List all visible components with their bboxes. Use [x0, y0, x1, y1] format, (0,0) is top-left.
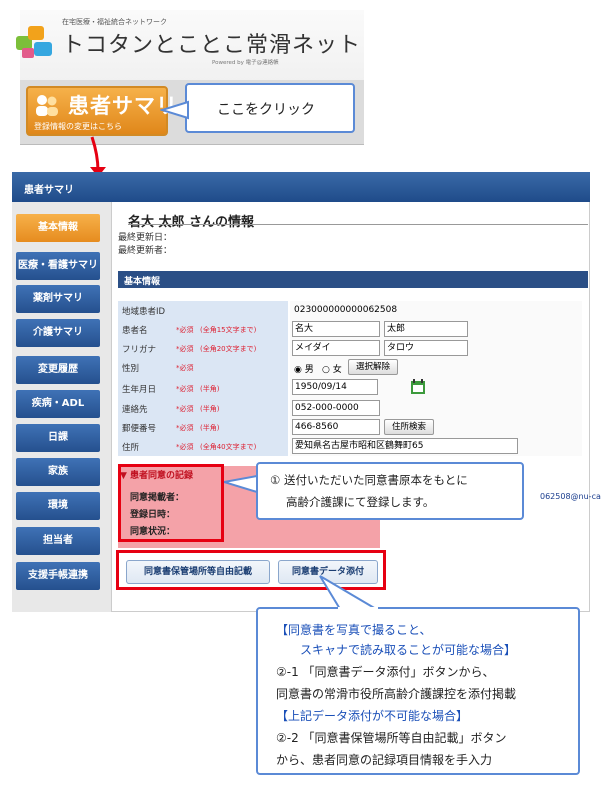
email-text: 062508@nu-ca	[540, 492, 601, 501]
click-here-callout: ここをクリック	[185, 83, 355, 133]
patient-summary-sublabel: 登録情報の変更はこちら	[34, 122, 122, 131]
last-name-input[interactable]: 名大	[292, 321, 380, 337]
required-mark: *必須	[176, 424, 194, 432]
field-note: (半角)	[200, 405, 220, 413]
callout-line: 高齢介護課にて登録します。	[286, 495, 435, 509]
table-row: フリガナ *必須 (全角20文字まで) メイダイ タロウ	[118, 339, 582, 358]
brand-title: トコタンとことこ常滑ネット	[62, 33, 362, 58]
table-row: 住所 *必須 (全角40文字まで) 愛知県名古屋市昭和区鶴舞町65	[118, 437, 582, 456]
down-arrow-icon	[90, 136, 106, 177]
registration-callout: ① 送付いただいた同意書原本をもとに 高齢介護課にて登録します。	[256, 462, 524, 520]
table-row: 郵便番号 *必須 (半角) 466-8560 住所検索	[118, 418, 582, 437]
callout-pointer-icon	[224, 474, 258, 494]
required-mark: *必須	[176, 385, 194, 393]
field-label: 地域患者ID	[122, 307, 166, 317]
sidebar-item[interactable]: 薬剤サマリ	[16, 285, 100, 313]
address-search-button[interactable]: 住所検索	[384, 419, 434, 435]
required-mark: *必須	[176, 405, 194, 413]
window-titlebar: 患者サマリ	[12, 172, 590, 202]
callout-line: ②-1 「同意書データ添付」ボタンから、	[276, 665, 495, 679]
patient-summary-button[interactable]: 患者サマリ 登録情報の変更はこちら	[26, 86, 177, 136]
field-note: (全角15文字まで)	[200, 326, 257, 334]
field-label: 生年月日	[122, 385, 157, 395]
patients-icon	[36, 95, 58, 116]
phone-input[interactable]: 052-000-0000	[292, 400, 380, 416]
field-note: (半角)	[200, 424, 220, 432]
sidebar-item[interactable]: 医療・看護サマリ	[16, 252, 100, 280]
first-name-input[interactable]: 太郎	[384, 321, 468, 337]
brand-powered: Powered by 電子@連絡帳	[212, 60, 279, 66]
last-kana-input[interactable]: メイダイ	[292, 340, 380, 356]
consent-free-entry-button[interactable]: 同意書保管場所等自由記載	[126, 560, 270, 584]
required-mark: *必須	[176, 364, 194, 372]
patient-heading: 名大 太郎 さんの情報	[128, 215, 255, 230]
section-title: 基本情報	[124, 277, 161, 287]
calendar-icon[interactable]	[410, 379, 426, 395]
field-label: 患者名	[122, 326, 148, 336]
callout-line: 【上記データ添付が不可能な場合】	[276, 709, 469, 723]
dob-input[interactable]: 1950/09/14	[292, 379, 378, 395]
address-input[interactable]: 愛知県名古屋市昭和区鶴舞町65	[292, 438, 518, 454]
sidebar-item[interactable]: 疾病・ADL	[16, 390, 100, 418]
zip-input[interactable]: 466-8560	[292, 419, 380, 435]
callout-line: ① 送付いただいた同意書原本をもとに	[270, 473, 468, 487]
sex-clear-button[interactable]: 選択解除	[348, 359, 398, 375]
sidebar-item[interactable]: 担当者	[16, 527, 100, 555]
field-note: (全角20文字まで)	[200, 345, 257, 353]
window-title: 患者サマリ	[24, 185, 74, 196]
highlight-box	[118, 464, 224, 542]
callout-pointer-icon	[319, 575, 378, 610]
logo-icon	[16, 26, 52, 58]
click-here-text: ここをクリック	[217, 102, 315, 118]
brand-subtitle: 在宅医療・福祉統合ネットワーク	[62, 18, 167, 26]
table-row: 患者名 *必須 (全角15文字まで) 名大 太郎	[118, 320, 582, 339]
region-id-value: 023000000000062508	[294, 305, 398, 315]
sidebar-item[interactable]: 家族	[16, 458, 100, 486]
table-row: 性別 *必須 ◉ 男 ○ 女選択解除	[118, 358, 582, 377]
callout-pointer-icon	[160, 100, 189, 120]
required-mark: *必須	[176, 345, 194, 353]
sidebar-item[interactable]: 支援手帳連携	[16, 562, 100, 590]
sex-male-radio[interactable]: ◉ 男	[294, 362, 314, 375]
sex-female-radio[interactable]: ○ 女	[322, 362, 342, 375]
field-label: フリガナ	[122, 345, 157, 355]
callout-line: ②-2 「同意書保管場所等自由記載」ボタン	[276, 731, 507, 745]
required-mark: *必須	[176, 443, 194, 451]
sidebar-item[interactable]: 環境	[16, 492, 100, 520]
sidebar-item[interactable]: 変更履歴	[16, 356, 100, 384]
table-row: 連絡先 *必須 (半角) 052-000-0000	[118, 399, 582, 418]
callout-line: 同意書の常滑市役所高齢介護課控を添付掲載	[276, 687, 517, 701]
updated-by-label: 最終更新者：	[118, 246, 173, 256]
field-label: 住所	[122, 443, 140, 453]
updated-date-label: 最終更新日：	[118, 233, 173, 243]
callout-line: 【同意書を写真で撮ること、	[276, 623, 432, 637]
instruction-callout: 【同意書を写真で撮ること、 スキャナで読み取ることが可能な場合】 ②-1 「同意…	[256, 607, 580, 775]
callout-line: スキャナで読み取ることが可能な場合】	[300, 643, 517, 657]
sidebar-item[interactable]: 日課	[16, 424, 100, 452]
required-mark: *必須	[176, 326, 194, 334]
divider	[128, 224, 588, 225]
first-kana-input[interactable]: タロウ	[384, 340, 468, 356]
field-label: 性別	[122, 364, 140, 374]
field-label: 連絡先	[122, 405, 148, 415]
field-note: (全角40文字まで)	[200, 443, 257, 451]
sidebar-item[interactable]: 介護サマリ	[16, 319, 100, 347]
sidebar-item[interactable]: 基本情報	[16, 214, 100, 242]
table-row: 地域患者ID 023000000000062508	[118, 301, 582, 320]
field-label: 郵便番号	[122, 424, 157, 434]
callout-line: から、患者同意の記録項目情報を手入力	[276, 753, 493, 767]
section-header: 基本情報	[118, 271, 588, 288]
table-row: 生年月日 *必須 (半角) 1950/09/14	[118, 377, 582, 399]
field-note: (半角)	[200, 385, 220, 393]
